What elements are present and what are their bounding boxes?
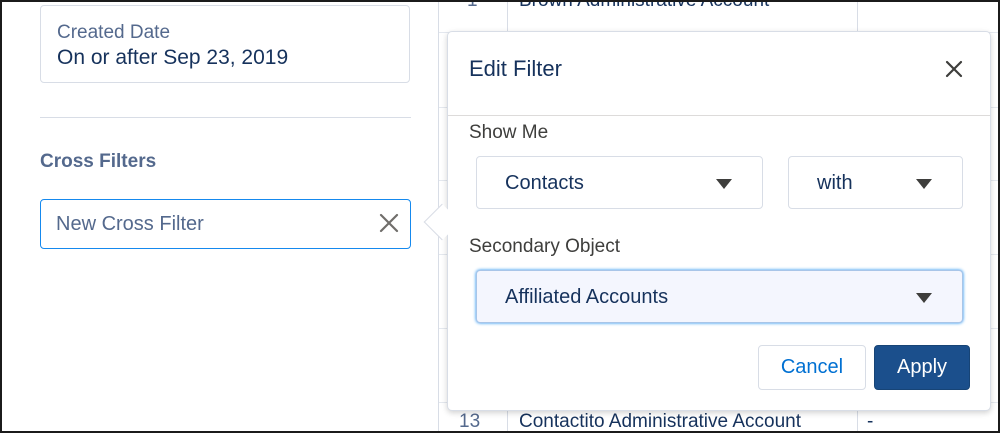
secondary-object-select[interactable]: Affiliated Accounts bbox=[476, 270, 963, 323]
popover-divider bbox=[448, 115, 990, 116]
primary-object-value: Contacts bbox=[505, 172, 584, 194]
show-me-label: Show Me bbox=[469, 122, 549, 143]
chevron-down-icon bbox=[916, 179, 932, 189]
panel-divider bbox=[40, 117, 411, 118]
popover-title: Edit Filter bbox=[469, 56, 562, 81]
created-date-filter[interactable]: Created Date On or after Sep 23, 2019 bbox=[40, 5, 410, 83]
row-account-name: Brown Administrative Account bbox=[519, 0, 770, 11]
filter-panel: Created Date On or after Sep 23, 2019 Cr… bbox=[2, 2, 438, 431]
popover-pointer-cover bbox=[448, 200, 462, 244]
apply-button[interactable]: Apply bbox=[874, 345, 970, 390]
row-number: 13 bbox=[459, 411, 481, 432]
close-icon[interactable] bbox=[378, 212, 400, 234]
chevron-down-icon bbox=[916, 293, 932, 303]
row-number: 1 bbox=[467, 0, 478, 11]
created-date-label: Created Date bbox=[57, 22, 171, 43]
cross-filters-heading: Cross Filters bbox=[40, 151, 157, 172]
row-extra-value: - bbox=[867, 411, 874, 432]
row-account-name: Contactito Administrative Account bbox=[519, 411, 801, 432]
primary-object-select[interactable]: Contacts bbox=[476, 156, 763, 209]
relation-select[interactable]: with bbox=[788, 156, 963, 209]
new-cross-filter-field[interactable]: New Cross Filter bbox=[40, 199, 411, 249]
secondary-object-label: Secondary Object bbox=[469, 236, 621, 257]
cancel-button[interactable]: Cancel bbox=[758, 345, 866, 390]
edit-filter-popover: Edit Filter Show Me Contacts with Second… bbox=[447, 31, 991, 411]
created-date-value: On or after Sep 23, 2019 bbox=[57, 46, 289, 69]
secondary-object-value: Affiliated Accounts bbox=[505, 286, 669, 308]
cross-filter-text: New Cross Filter bbox=[56, 213, 204, 235]
relation-value: with bbox=[817, 172, 853, 194]
close-icon[interactable] bbox=[943, 58, 965, 80]
chevron-down-icon bbox=[716, 179, 732, 189]
